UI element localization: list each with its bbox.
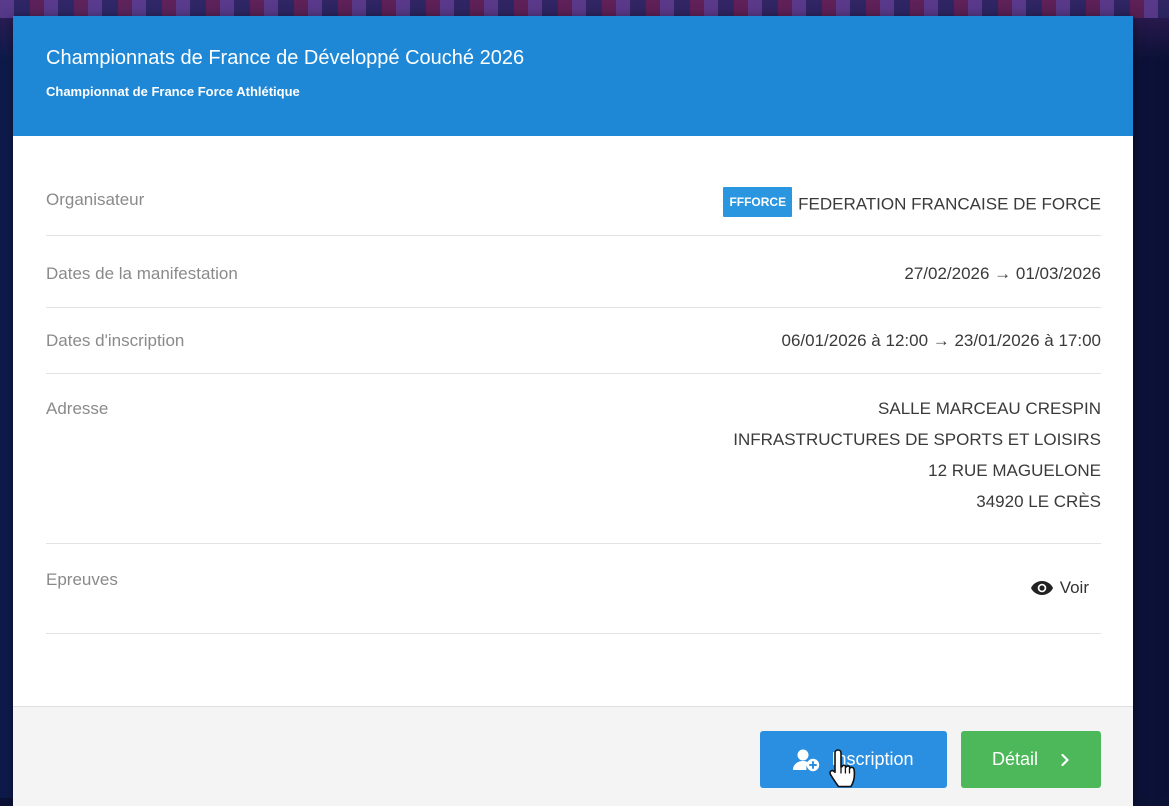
address-line: 12 RUE MAGUELONE [928,461,1101,480]
address-label: Adresse [46,399,109,418]
organizer-label: Organisateur [46,190,145,209]
registration-dates-value: 06/01/2026 à 12:00 → 23/01/2026 à 17:00 [781,331,1102,350]
address-row: Adresse SALLE MARCEAU CRESPIN INFRASTRUC… [46,374,1101,544]
chevron-right-icon [1061,753,1069,766]
organizer-row: Organisateur FFFORCE FEDERATION FRANCAISE… [46,136,1101,236]
card-header: Championnats de France de Développé Couc… [13,16,1133,136]
card-footer: Inscription Détail [13,706,1133,806]
organizer-name: FEDERATION FRANCAISE DE FORCE [798,194,1101,214]
eye-icon [1030,581,1053,595]
address-line: INFRASTRUCTURES DE SPORTS ET LOISIRS [733,430,1101,449]
address-value: SALLE MARCEAU CRESPIN INFRASTRUCTURES DE… [733,393,1101,517]
organizer-badge: FFFORCE [723,187,793,217]
view-events-label: Voir [1059,578,1089,597]
events-row: Epreuves Voir [46,544,1101,634]
registration-dates-label: Dates d'inscription [46,331,185,350]
event-title: Championnats de France de Développé Couc… [46,47,525,69]
event-dates-label: Dates de la manifestation [46,264,238,283]
address-line: 34920 LE CRÈS [976,492,1101,511]
event-dates-value: 27/02/2026 → 01/03/2026 [904,264,1101,283]
detail-button[interactable]: Détail [961,731,1101,788]
detail-label: Détail [991,749,1039,769]
event-dates-row: Dates de la manifestation 27/02/2026 → 0… [46,236,1101,308]
view-events-button[interactable]: Voir [1030,570,1101,598]
event-card: Championnats de France de Développé Couc… [13,16,1133,806]
event-subtitle: Championnat de France Force Athlétique [46,84,300,99]
add-user-icon [793,749,820,771]
hand-pointer-cursor-icon [829,749,856,788]
details-list: Organisateur FFFORCE FEDERATION FRANCAISE… [13,136,1133,634]
events-label: Epreuves [46,570,118,589]
organizer-value-group: FFFORCE FEDERATION FRANCAISE DE FORCE [723,187,1101,220]
registration-dates-row: Dates d'inscription 06/01/2026 à 12:00 →… [46,308,1101,374]
address-line: SALLE MARCEAU CRESPIN [878,399,1101,418]
